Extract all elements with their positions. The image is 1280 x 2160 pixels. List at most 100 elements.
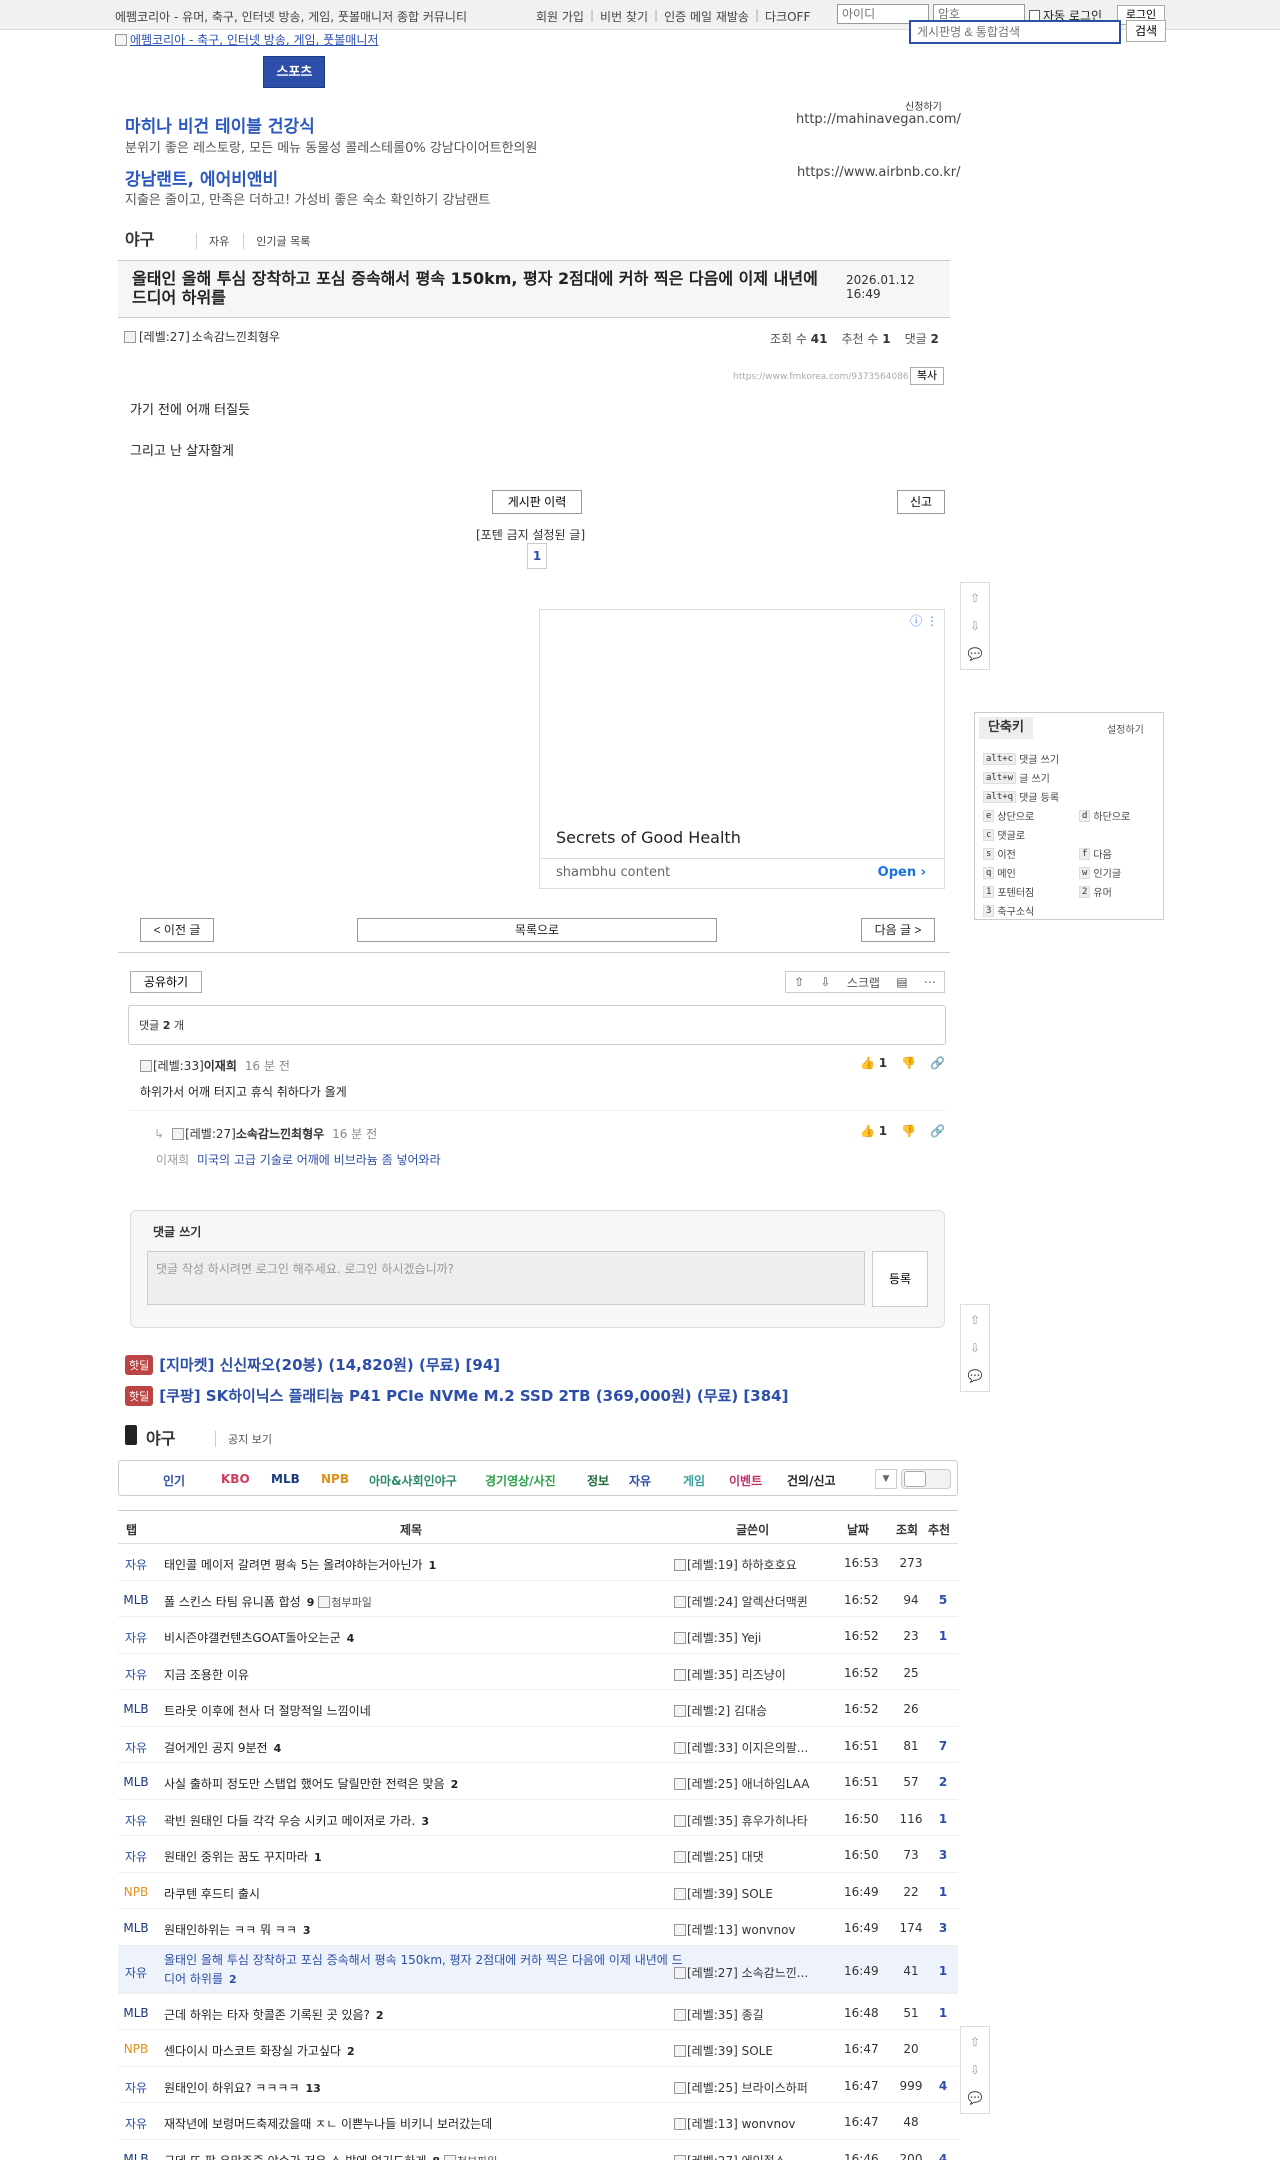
row-title-text[interactable]: 라쿠텐 후드티 출시 bbox=[164, 1887, 260, 1901]
ad-title-1[interactable]: 마히나 비건 테이블 건강식 bbox=[125, 112, 315, 137]
hotdeal-item-1[interactable]: 핫딜 [지마켓] 신신짜오(20봉) (14,820원) (무료) [94] bbox=[125, 1354, 500, 1375]
row-title[interactable]: 비시즌야갤컨텐츠GOAT돌아오는군 4 bbox=[164, 1629, 684, 1646]
table-row[interactable]: 자유 원태인이 하위요? ㅋㅋㅋㅋ 13 [레벨:25] 브라이스하퍼 16:47 999… bbox=[118, 2067, 958, 2103]
row-title[interactable]: 태인콜 메이저 갈려면 평속 5는 올려야하는거아닌가 1 bbox=[164, 1556, 684, 1573]
comment-2-thumbs-up-icon[interactable]: 👍 1 bbox=[860, 1124, 887, 1138]
row-author[interactable]: [레벨:13] wonvnov bbox=[674, 1921, 834, 1938]
ad-apply-link[interactable]: 신청하기 bbox=[905, 98, 942, 113]
tab-4[interactable]: 아마&사회인야구 bbox=[369, 1472, 457, 1489]
row-title-text[interactable]: 곽빈 원태인 다들 각각 우승 시키고 메이저로 가라. bbox=[164, 1814, 415, 1828]
row-title[interactable]: 원태인 중위는 꿈도 꾸지마라 1 bbox=[164, 1848, 684, 1865]
scroll-up-icon[interactable]: ⇧ bbox=[970, 1309, 980, 1331]
row-title[interactable]: 센다이시 마스코트 화장실 가고싶다 2 bbox=[164, 2042, 684, 2059]
row-author-name[interactable]: 김대승 bbox=[734, 1704, 767, 1718]
nav-item-9[interactable]: FC bbox=[713, 56, 755, 88]
row-title[interactable]: 걸어게인 공지 9분전 4 bbox=[164, 1739, 684, 1756]
comment-2-name[interactable]: 소속감느낀최형우 bbox=[236, 1127, 324, 1141]
row-title-text[interactable]: 근데 또 팜 유망주중 야수가 저유 스 밤에 없기도하게 bbox=[164, 2154, 426, 2160]
tab-10[interactable]: 건의/신고 bbox=[787, 1472, 836, 1489]
row-title-text[interactable]: 올태인 올해 투심 장착하고 포심 증속해서 평속 150km, 평자 2점대에… bbox=[164, 1953, 683, 1986]
table-row[interactable]: MLB 근데 또 팜 유망주중 야수가 저유 스 밤에 없기도하게 8 첨부파일 [레벨… bbox=[118, 2140, 958, 2160]
hotdeal-item-2[interactable]: 핫딜 [쿠팡] SK하이닉스 플래티늄 P41 PCIe NVMe M.2 SS… bbox=[125, 1385, 788, 1406]
table-row[interactable]: 자유 재작년에 보령머드축제갔을때 ㅈㄴ 이쁜누나들 비키니 보러갔는데 [레벨:1… bbox=[118, 2103, 958, 2140]
chevron-down-icon[interactable]: ▼ bbox=[875, 1469, 897, 1489]
table-row[interactable]: 자유 곽빈 원태인 다들 각각 우승 시키고 메이저로 가라. 3 [레벨:35] 휴… bbox=[118, 1800, 958, 1836]
row-title-text[interactable]: 재작년에 보령머드축제갔을때 ㅈㄴ 이쁜누나들 비키니 보러갔는데 bbox=[164, 2117, 492, 2131]
row-category[interactable]: 자유 bbox=[122, 1556, 150, 1573]
row-author[interactable]: [레벨:35] 종길 bbox=[674, 2006, 834, 2023]
nav-item-6[interactable]: 커뮤니티 bbox=[498, 56, 570, 88]
tab-1[interactable]: KBO bbox=[221, 1472, 250, 1486]
row-title[interactable]: 원태인하위는 ㅋㅋ 뭐 ㅋㅋ 3 bbox=[164, 1921, 684, 1938]
table-row[interactable]: 자유 비시즌야갤컨텐츠GOAT돌아오는군 4 [레벨:35] Yeji 16:52 23 1 bbox=[118, 1617, 958, 1654]
table-row[interactable]: MLB 원태인하위는 ㅋㅋ 뭐 ㅋㅋ 3 [레벨:13] wonvnov 16:49 17… bbox=[118, 1909, 958, 1946]
row-author[interactable]: [레벨:27] 소속감느낀... bbox=[674, 1964, 834, 1981]
board-menu-free[interactable]: 자유 bbox=[196, 233, 229, 249]
row-category[interactable]: 자유 bbox=[122, 1964, 150, 1981]
row-title-text[interactable]: 트라웃 이후에 천사 더 절망적일 느낌이네 bbox=[164, 1704, 371, 1718]
resend-email-link[interactable]: 인증 메일 재발송 bbox=[664, 8, 749, 25]
scroll-up-icon[interactable]: ⇧ bbox=[970, 2031, 980, 2053]
list-button[interactable]: 목록으로 bbox=[357, 918, 717, 942]
dark-mode-toggle[interactable]: 다크OFF bbox=[765, 8, 810, 25]
row-author-name[interactable]: 하하호호요 bbox=[742, 1558, 797, 1572]
all-boards-link[interactable]: 전체 게시판 bbox=[990, 56, 1054, 88]
tab-7[interactable]: 자유 bbox=[629, 1472, 651, 1489]
row-author[interactable]: [레벨:2] 김대승 bbox=[674, 1702, 834, 1719]
nav-item-4[interactable]: 일반 bbox=[402, 56, 450, 88]
nav-item-5[interactable]: 게임 bbox=[450, 56, 498, 88]
scroll-down-icon[interactable]: ⇩ bbox=[970, 1337, 980, 1359]
scroll-down-icon[interactable]: ⇩ bbox=[970, 2059, 980, 2081]
scrap-button[interactable]: 스크랩 bbox=[847, 974, 880, 991]
row-category[interactable]: MLB bbox=[122, 1593, 150, 1607]
row-author[interactable]: [레벨:19] 하하호호요 bbox=[674, 1556, 834, 1573]
row-author-name[interactable]: 애너하임LAA bbox=[742, 1777, 810, 1791]
comment-textarea[interactable]: 댓글 작성 하시려면 로그인 해주세요. 로그인 하시겠습니까? bbox=[147, 1251, 865, 1305]
table-row[interactable]: MLB 근데 하위는 타자 핫콜존 기록된 곳 있음? 2 [레벨:35] 종길 16:… bbox=[118, 1994, 958, 2030]
row-title-text[interactable]: 지금 조용한 이유 bbox=[164, 1668, 249, 1682]
row-title-text[interactable]: 원태인 중위는 꿈도 꾸지마라 bbox=[164, 1850, 308, 1864]
row-category[interactable]: 자유 bbox=[122, 1739, 150, 1756]
row-title-text[interactable]: 태인콜 메이저 갈려면 평속 5는 올려야하는거아닌가 bbox=[164, 1558, 423, 1572]
nav-item-10[interactable]: 3군 bbox=[756, 56, 801, 88]
board-list-name[interactable]: 야구 bbox=[146, 1425, 175, 1449]
row-category[interactable]: MLB bbox=[122, 1775, 150, 1789]
row-author[interactable]: [레벨:25] 브라이스하퍼 bbox=[674, 2079, 834, 2096]
nav-item-7[interactable]: 갤러리 bbox=[570, 56, 630, 88]
row-title[interactable]: 올태인 올해 투심 장착하고 포심 증속해서 평속 150km, 평자 2점대에… bbox=[164, 1951, 684, 1989]
next-post-button[interactable]: 다음 글 > bbox=[861, 918, 935, 942]
board-name[interactable]: 야구 bbox=[125, 226, 154, 250]
row-title[interactable]: 곽빈 원태인 다들 각각 우승 시키고 메이저로 가라. 3 bbox=[164, 1812, 684, 1829]
scroll-down-icon[interactable]: ⇩ bbox=[970, 615, 980, 637]
display-ad[interactable]: ⓘ ⋮ Secrets of Good Health shambhu conte… bbox=[539, 609, 945, 889]
tab-3[interactable]: NPB bbox=[321, 1472, 349, 1486]
tab-2[interactable]: MLB bbox=[271, 1472, 300, 1486]
row-title[interactable]: 트라웃 이후에 천사 더 절망적일 느낌이네 bbox=[164, 1702, 684, 1719]
table-row[interactable]: MLB 트라웃 이후에 천사 더 절망적일 느낌이네 [레벨:2] 김대승 16:52… bbox=[118, 1690, 958, 1727]
row-author[interactable]: [레벨:35] 리즈냥이 bbox=[674, 1666, 834, 1683]
ad-headline[interactable]: Secrets of Good Health bbox=[556, 828, 741, 847]
row-title-text[interactable]: 걸어게인 공지 9분전 bbox=[164, 1741, 268, 1755]
row-title-text[interactable]: 비시즌야갤컨텐츠GOAT돌아오는군 bbox=[164, 1631, 341, 1645]
tab-0[interactable]: 인기 bbox=[163, 1472, 185, 1489]
ad-title-2[interactable]: 강남랜트, 에어비앤비 bbox=[125, 165, 278, 190]
ad-info-icon[interactable]: ⓘ ⋮ bbox=[910, 612, 938, 629]
row-title[interactable]: 지금 조용한 이유 bbox=[164, 1666, 684, 1683]
row-category[interactable]: 자유 bbox=[122, 1812, 150, 1829]
row-title-text[interactable]: 근데 하위는 타자 핫콜존 기록된 곳 있음? bbox=[164, 2008, 370, 2022]
row-author-name[interactable]: 소속감느낀... bbox=[742, 1966, 809, 1980]
hotdeal-title-2[interactable]: [쿠팡] SK하이닉스 플래티늄 P41 PCIe NVMe M.2 SSD 2… bbox=[159, 1385, 788, 1406]
row-author-name[interactable]: 알렉산더맥퀸 bbox=[742, 1595, 808, 1609]
notice-toggle[interactable]: 공지 보기 bbox=[215, 1431, 272, 1447]
row-title-text[interactable]: 센다이시 마스코트 화장실 가고싶다 bbox=[164, 2044, 341, 2058]
nav-item-1[interactable]: 유머/정보 bbox=[187, 56, 264, 88]
row-title[interactable]: 사실 출하피 정도만 스탭업 했어도 달릴만한 전력은 맞음 2 bbox=[164, 1775, 684, 1792]
row-title-text[interactable]: 원태인이 하위요? ㅋㅋㅋㅋ bbox=[164, 2081, 299, 2095]
find-password-link[interactable]: 비번 찾기 bbox=[600, 8, 648, 25]
post-author[interactable]: [레벨:27] 소속감느낀최형우 bbox=[124, 328, 280, 345]
table-row[interactable]: 자유 지금 조용한 이유 [레벨:35] 리즈냥이 16:52 25 bbox=[118, 1654, 958, 1690]
row-author[interactable]: [레벨:25] 대댓 bbox=[674, 1848, 834, 1865]
table-row[interactable]: NPB 센다이시 마스코트 화장실 가고싶다 2 [레벨:39] SOLE 16:47 2… bbox=[118, 2030, 958, 2067]
board-menu-popular[interactable]: 인기글 목록 bbox=[243, 233, 310, 249]
row-title-text[interactable]: 폴 스킨스 타팀 유니폼 합성 bbox=[164, 1595, 301, 1609]
